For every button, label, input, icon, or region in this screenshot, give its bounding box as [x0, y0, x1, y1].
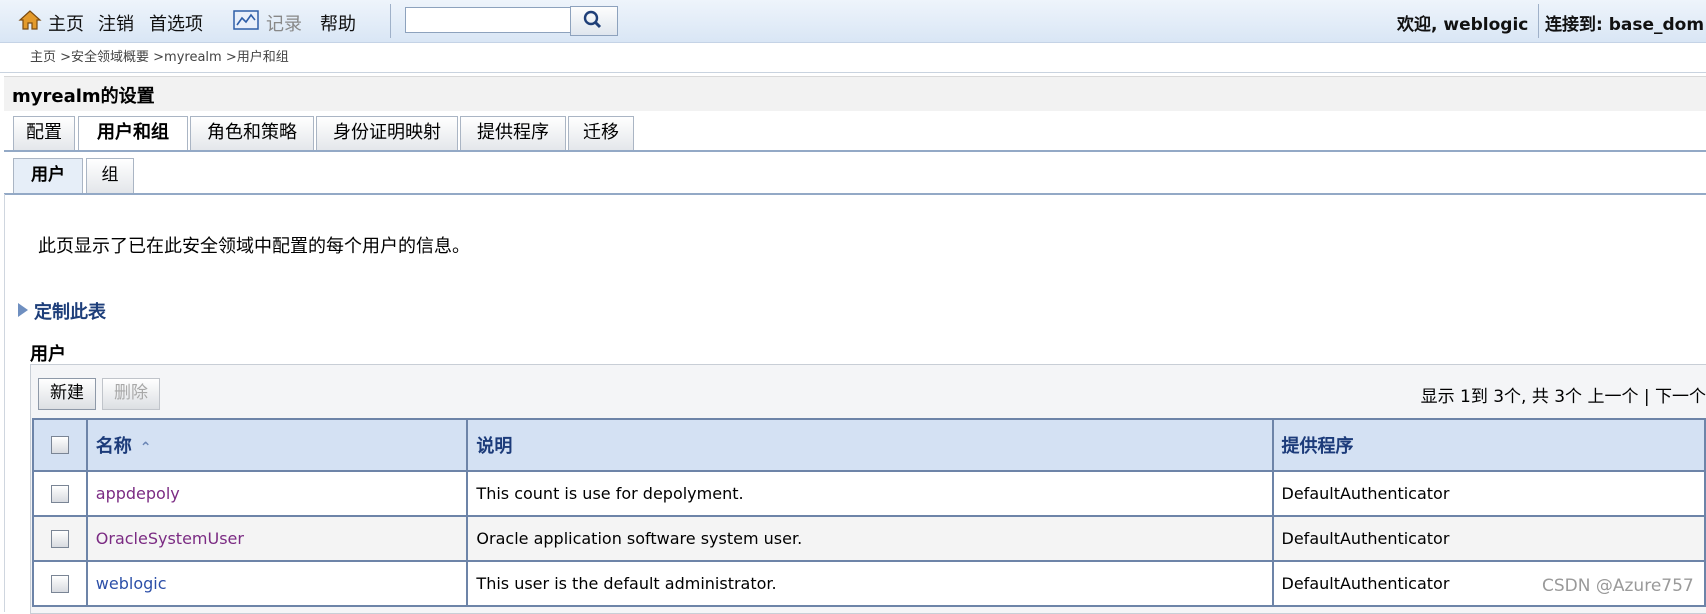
user-provider: DefaultAuthenticator: [1271, 515, 1706, 562]
tab-config[interactable]: 配置: [13, 116, 75, 151]
nav-record-link: 记录: [266, 14, 302, 35]
checkbox-icon[interactable]: [50, 529, 69, 548]
nav-logout-link[interactable]: 注销: [98, 10, 134, 36]
pagination[interactable]: 显示 1到 3个, 共 3个 上一个 | 下一个: [1421, 382, 1706, 407]
tab-users-groups[interactable]: 用户和组: [78, 116, 188, 152]
subtab-area: [4, 152, 1706, 194]
toolbar-divider: [390, 4, 391, 38]
subtab-groups[interactable]: 组: [86, 158, 134, 193]
column-header-provider[interactable]: 提供程序: [1271, 418, 1706, 472]
welcome-text: 欢迎, weblogic: [1397, 15, 1529, 35]
search-input[interactable]: [405, 7, 575, 33]
search-icon: [583, 10, 602, 29]
sort-asc-icon[interactable]: ⌃: [140, 440, 152, 456]
users-table: 名称 ⌃ 说明 提供程序 appdepoly This count is use …: [32, 418, 1706, 607]
tab-roles-policies[interactable]: 角色和策略: [190, 116, 314, 151]
tab-migration[interactable]: 迁移: [568, 116, 634, 151]
nav-preferences-link[interactable]: 首选项: [149, 10, 203, 36]
tab-credential-mappings[interactable]: 身份证明映射: [316, 116, 458, 151]
user-description: This count is use for depolyment.: [466, 470, 1274, 517]
select-all-cell[interactable]: [32, 418, 88, 472]
table-title: 用户: [30, 344, 66, 365]
nav-home-link[interactable]: 主页: [48, 10, 84, 36]
divider: [0, 72, 1706, 73]
page-description: 此页显示了已在此安全领域中配置的每个用户的信息。: [38, 236, 470, 257]
table-row: weblogic This user is the default admini…: [32, 560, 1706, 607]
new-button[interactable]: 新建: [38, 378, 96, 410]
customize-table-link[interactable]: 定制此表: [18, 298, 106, 324]
breadcrumb[interactable]: 主页 >安全领域概要 >myrealm >用户和组: [30, 46, 289, 65]
triangle-icon: [18, 303, 28, 317]
table-row: appdepoly This count is use for depolyme…: [32, 470, 1706, 517]
subtabs-underline: [4, 193, 1706, 195]
tab-providers[interactable]: 提供程序: [460, 116, 566, 151]
home-icon[interactable]: [18, 9, 42, 31]
row-select-cell[interactable]: [32, 515, 88, 562]
connection-text: 连接到: base_dom: [1545, 15, 1705, 35]
column-header-name[interactable]: 名称 ⌃: [85, 418, 469, 472]
page-title: myrealm的设置: [12, 86, 155, 107]
checkbox-icon[interactable]: [50, 436, 69, 454]
checkbox-icon[interactable]: [50, 574, 69, 593]
user-description: Oracle application software system user.: [466, 515, 1274, 562]
column-name-label: 名称: [95, 436, 132, 457]
column-header-description[interactable]: 说明: [466, 418, 1274, 472]
top-toolbar: 主页 注销 首选项 记录 帮助 欢迎, weblogic 连接到: base_d…: [0, 0, 1706, 43]
user-link[interactable]: appdepoly: [96, 484, 180, 503]
toolbar-divider-right: [1538, 4, 1539, 38]
title-band: [4, 76, 1706, 111]
record-icon: [233, 10, 259, 30]
nav-help-link[interactable]: 帮助: [320, 10, 356, 36]
content-border: [4, 194, 5, 612]
search-button[interactable]: [570, 6, 618, 36]
table-row: OracleSystemUser Oracle application soft…: [32, 515, 1706, 562]
user-link[interactable]: weblogic: [96, 574, 167, 593]
delete-button: 删除: [102, 378, 160, 410]
checkbox-icon[interactable]: [50, 484, 69, 503]
user-provider: DefaultAuthenticator: [1271, 470, 1706, 517]
customize-label: 定制此表: [34, 302, 106, 323]
table-header-row: 名称 ⌃ 说明 提供程序: [32, 418, 1706, 472]
row-select-cell[interactable]: [32, 470, 88, 517]
row-select-cell[interactable]: [32, 560, 88, 607]
user-link[interactable]: OracleSystemUser: [96, 529, 244, 548]
user-description: This user is the default administrator.: [466, 560, 1274, 607]
watermark: CSDN @Azure757: [1542, 576, 1694, 596]
subtab-users[interactable]: 用户: [13, 158, 83, 193]
